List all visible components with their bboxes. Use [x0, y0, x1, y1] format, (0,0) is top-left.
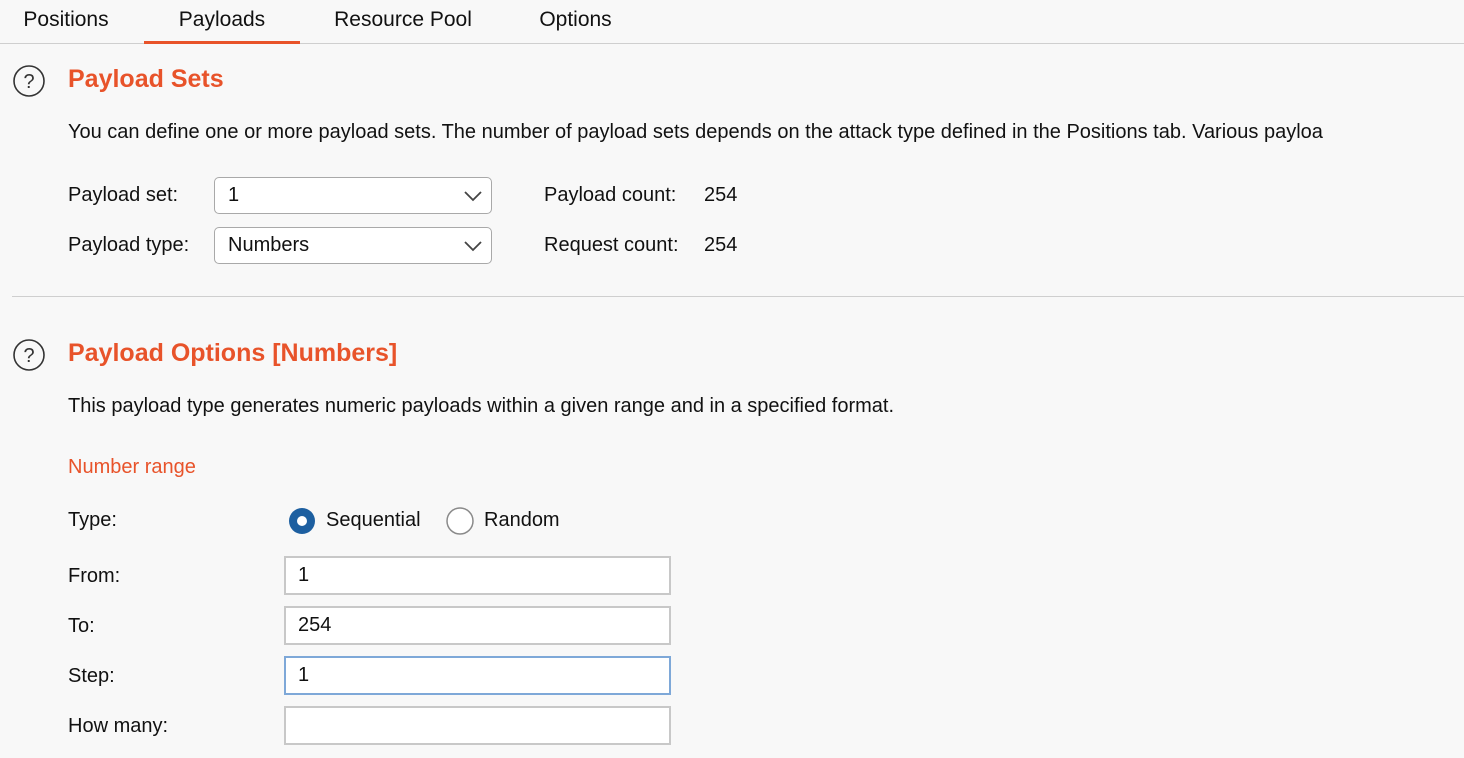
- payload-set-value: 1: [228, 184, 240, 206]
- to-input[interactable]: [284, 606, 671, 645]
- radio-random-label[interactable]: Random: [484, 509, 560, 532]
- tab-options[interactable]: Options: [518, 0, 633, 41]
- from-input[interactable]: [284, 556, 671, 595]
- number-range-heading: Number range: [68, 456, 196, 478]
- payload-type-select[interactable]: Numbers: [214, 227, 492, 264]
- payload-sets-description: You can define one or more payload sets.…: [68, 121, 1323, 143]
- payload-type-value: Numbers: [228, 234, 310, 256]
- radio-sequential[interactable]: [288, 507, 316, 535]
- chevron-down-icon: [464, 241, 482, 252]
- step-input[interactable]: [284, 656, 671, 695]
- how-many-input[interactable]: [284, 706, 671, 745]
- svg-text:?: ?: [23, 71, 34, 93]
- tab-payloads[interactable]: Payloads: [144, 0, 300, 44]
- chevron-down-icon: [464, 191, 482, 202]
- payload-type-label: Payload type:: [68, 234, 190, 256]
- section-divider: [12, 296, 1464, 297]
- type-label: Type:: [68, 509, 117, 531]
- step-label: Step:: [68, 665, 115, 687]
- payload-options-description: This payload type generates numeric payl…: [68, 395, 895, 417]
- tab-bar: Positions Payloads Resource Pool Options: [0, 0, 1464, 44]
- radio-sequential-label[interactable]: Sequential: [326, 509, 421, 532]
- payload-set-label: Payload set:: [68, 184, 179, 206]
- help-icon[interactable]: ?: [13, 339, 45, 371]
- section-title-payload-sets: Payload Sets: [68, 65, 224, 93]
- from-label: From:: [68, 565, 121, 587]
- help-icon[interactable]: ?: [13, 65, 45, 97]
- section-title-payload-options: Payload Options [Numbers]: [68, 339, 398, 367]
- payload-set-select[interactable]: 1: [214, 177, 492, 214]
- radio-random[interactable]: [446, 507, 474, 535]
- to-label: To:: [68, 615, 95, 637]
- how-many-label: How many:: [68, 715, 169, 737]
- request-count-value: 254: [704, 234, 738, 256]
- svg-text:?: ?: [23, 345, 34, 367]
- tab-positions[interactable]: Positions: [0, 0, 132, 41]
- request-count-label: Request count:: [544, 234, 679, 256]
- tab-resource-pool[interactable]: Resource Pool: [313, 0, 493, 41]
- payload-count-value: 254: [704, 184, 738, 206]
- payload-count-label: Payload count:: [544, 184, 677, 206]
